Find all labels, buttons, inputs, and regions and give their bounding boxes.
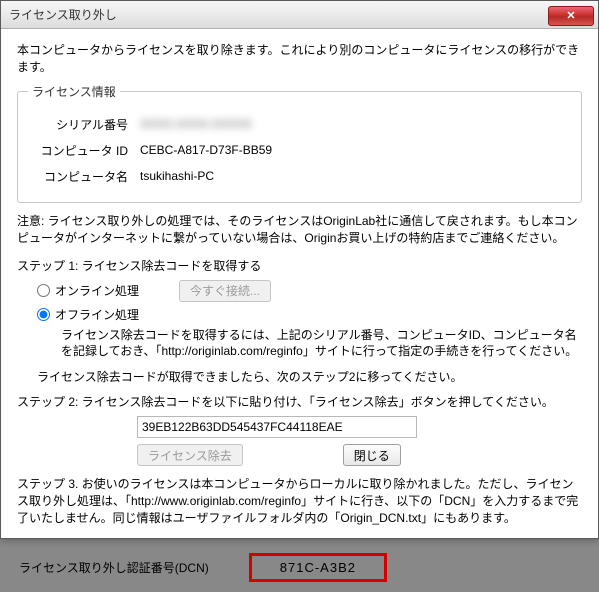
titlebar: ライセンス取り外し ✕ <box>1 1 598 29</box>
intro-text: 本コンピュータからライセンスを取り除きます。これにより別のコンピュータにライセン… <box>17 41 582 75</box>
computer-name-row: コンピュータ名 tsukihashi-PC <box>28 166 571 186</box>
step2-note: ライセンス除去コードが取得できましたら、次のステップ2に移ってください。 <box>37 368 582 385</box>
removal-code-input[interactable] <box>137 416 417 438</box>
notice-text: 注意: ライセンス取り外しの処理では、そのライセンスはOriginLab社に通信… <box>17 213 582 247</box>
offline-option-row: オフライン処理 <box>37 306 582 323</box>
step3-text: ステップ 3. お使いのライセンスは本コンピュータからローカルに取り除かれました… <box>17 476 582 526</box>
license-info-group: ライセンス情報 シリアル番号 XXXX-XXXX-XXXXX コンピュータ ID… <box>17 83 582 203</box>
computer-id-value: CEBC-A817-D73F-BB59 <box>136 140 416 160</box>
license-removal-dialog: ライセンス取り外し ✕ 本コンピュータからライセンスを取り除きます。これにより別… <box>0 0 599 539</box>
step2-button-row: ライセンス除去 閉じる <box>137 444 582 466</box>
computer-id-row: コンピュータ ID CEBC-A817-D73F-BB59 <box>28 140 571 160</box>
license-info-legend: ライセンス情報 <box>28 83 120 100</box>
computer-name-value: tsukihashi-PC <box>136 166 416 186</box>
remove-license-button[interactable]: ライセンス除去 <box>137 444 243 466</box>
serial-label: シリアル番号 <box>28 116 136 133</box>
content-area: 本コンピュータからライセンスを取り除きます。これにより別のコンピュータにライセン… <box>1 29 598 592</box>
serial-row: シリアル番号 XXXX-XXXX-XXXXX <box>28 114 571 134</box>
close-button[interactable]: 閉じる <box>343 444 401 466</box>
computer-name-label: コンピュータ名 <box>28 168 136 185</box>
step1-options: オンライン処理 今すぐ接続... オフライン処理 ライセンス除去コードを取得する… <box>37 280 582 361</box>
step2-title: ステップ 2: ライセンス除去コードを以下に貼り付け、「ライセンス除去」ボタンを… <box>17 393 582 410</box>
dcn-row: ライセンス取り外し認証番号(DCN) 871C-A3B2 <box>17 553 582 582</box>
computer-id-label: コンピュータ ID <box>28 142 136 159</box>
step2-block: ライセンス除去 閉じる <box>137 416 582 466</box>
close-icon[interactable]: ✕ <box>548 6 594 26</box>
offline-description: ライセンス除去コードを取得するには、上記のシリアル番号、コンピュータID、コンピ… <box>61 327 582 361</box>
online-radio[interactable] <box>37 284 50 297</box>
offline-radio[interactable] <box>37 308 50 321</box>
dcn-label: ライセンス取り外し認証番号(DCN) <box>19 559 209 576</box>
window-title: ライセンス取り外し <box>9 6 117 23</box>
serial-value: XXXX-XXXX-XXXXX <box>136 114 416 134</box>
offline-label: オフライン処理 <box>55 306 139 323</box>
connect-now-button[interactable]: 今すぐ接続... <box>179 280 271 302</box>
online-option-row: オンライン処理 今すぐ接続... <box>37 280 582 302</box>
step1-title: ステップ 1: ライセンス除去コードを取得する <box>17 257 582 274</box>
online-label: オンライン処理 <box>55 282 139 299</box>
dcn-value: 871C-A3B2 <box>249 553 387 582</box>
